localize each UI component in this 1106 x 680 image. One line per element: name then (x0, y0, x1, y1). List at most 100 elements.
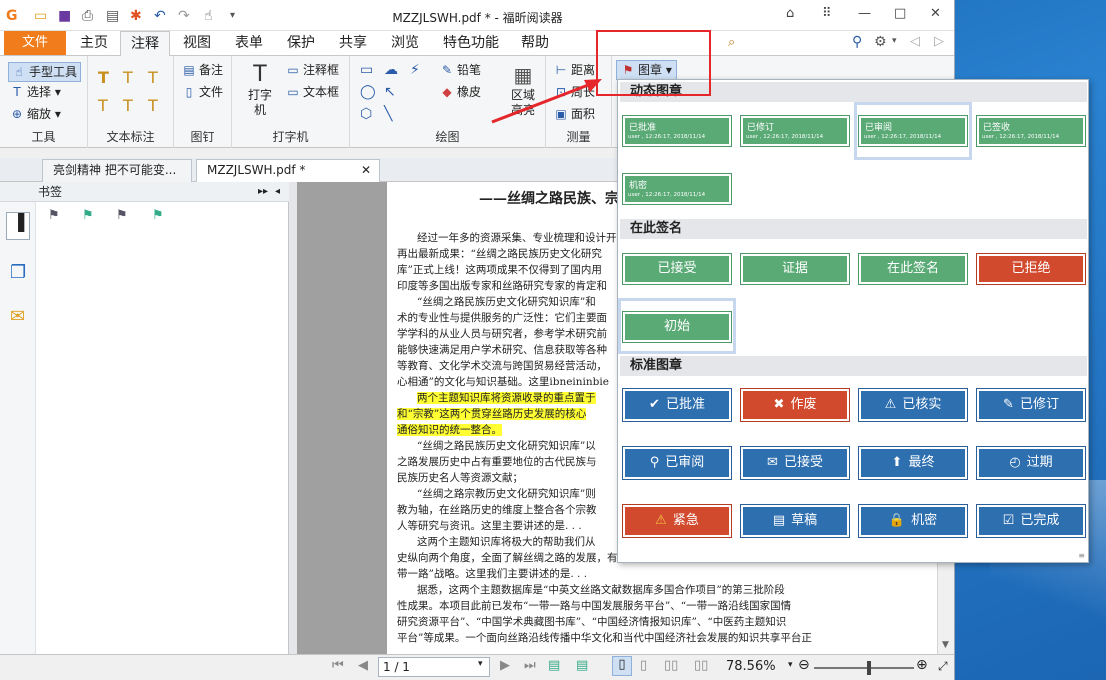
sign-stamp-rejected[interactable]: 已拒绝 (976, 253, 1086, 285)
standard-stamp-9[interactable]: ▤ 草稿 (740, 504, 850, 538)
strikeout-text-icon[interactable]: T (148, 70, 158, 86)
comments-panel-icon[interactable]: ✉ (10, 306, 25, 327)
oval-icon[interactable]: ◯ (360, 84, 376, 100)
eraser-button[interactable]: ◆ 橡皮 (440, 84, 481, 100)
doc-tab-2[interactable]: MZZJLSWH.pdf * ✕ (196, 159, 380, 182)
note-button[interactable]: ▤ 备注 (182, 62, 223, 78)
minimize-icon[interactable]: — (858, 6, 871, 21)
callout-button[interactable]: ▭ 注释框 (286, 62, 339, 78)
tab-home[interactable]: 主页 (70, 31, 118, 56)
dynamic-stamp-approved[interactable]: 已批准 user , 12:26:17, 2018/11/14 (622, 115, 732, 147)
insert-text-icon[interactable]: T (148, 98, 158, 114)
typewriter-button[interactable]: T 打字机 (242, 62, 278, 118)
page-dropdown-icon[interactable]: ▾ (478, 659, 483, 669)
scroll-down-icon[interactable]: ▼ (942, 640, 949, 650)
standard-stamp-10[interactable]: 🔒 机密 (858, 504, 968, 538)
page-number-input[interactable]: 1 / 1 (378, 657, 490, 677)
add-bookmark-icon[interactable]: ⚑ (82, 208, 94, 223)
single-page-icon[interactable]: ▯ (612, 656, 632, 676)
standard-stamp-2[interactable]: ⚠ 已核实 (858, 388, 968, 422)
select-button[interactable]: T 选择 ▾ (10, 84, 61, 100)
file-attach-button[interactable]: ▯ 文件 (182, 84, 223, 100)
settings-gear-icon[interactable]: ⚙ (874, 34, 887, 50)
zoom-out-icon[interactable]: ⊖ (798, 657, 810, 673)
close-icon[interactable]: ✕ (930, 6, 941, 21)
resize-grip-icon[interactable]: ≡ (1078, 551, 1085, 560)
zoom-slider-thumb[interactable] (866, 661, 871, 675)
squiggly-text-icon[interactable]: T (98, 98, 108, 114)
pencil-button[interactable]: ✎ 铅笔 (440, 62, 481, 78)
sign-stamp-initial[interactable]: 初始 (622, 311, 732, 343)
sign-stamp-sign-here[interactable]: 在此签名 (858, 253, 968, 285)
underline-text-icon[interactable]: T (123, 70, 133, 86)
next-page-icon[interactable]: ▶ (500, 658, 510, 673)
search-icon[interactable]: ⚲ (852, 34, 862, 50)
continuous-facing-icon[interactable]: ▯▯ (694, 658, 708, 673)
tab-form[interactable]: 表单 (224, 31, 274, 56)
line-icon[interactable]: ╲ (384, 106, 392, 122)
standard-stamp-8[interactable]: ⚠ 紧急 (622, 504, 732, 538)
cloud-icon[interactable]: ☁ (384, 62, 398, 78)
zoom-slider[interactable] (814, 661, 914, 675)
search-folder-icon[interactable]: ⌕ (728, 35, 735, 50)
doc-tab-1[interactable]: 亮剑精神 把不可能变... (42, 159, 192, 182)
tab-browse[interactable]: 浏览 (380, 31, 430, 56)
next-view-icon[interactable]: ▤ (576, 658, 588, 673)
standard-stamp-3[interactable]: ✎ 已修订 (976, 388, 1086, 422)
zoom-button[interactable]: ⊕ 缩放 ▾ (10, 106, 61, 122)
dynamic-stamp-revised[interactable]: 已修订 user , 12:26:17, 2018/11/14 (740, 115, 850, 147)
nav-forward-icon[interactable]: ▷ (934, 34, 944, 49)
standard-stamp-4[interactable]: ⚲ 已审阅 (622, 446, 732, 480)
delete-bookmark-icon[interactable]: ⚑ (48, 208, 60, 223)
zoom-in-icon[interactable]: ⊕ (916, 657, 928, 673)
nav-back-icon[interactable]: ◁ (910, 34, 920, 49)
sign-stamp-witness[interactable]: 证据 (740, 253, 850, 285)
shirt-icon[interactable]: ⌂ (786, 6, 794, 21)
tab-file[interactable]: 文件 (4, 31, 66, 55)
standard-stamp-0[interactable]: ✔ 已批准 (622, 388, 732, 422)
panel-splitter[interactable] (289, 182, 297, 654)
dynamic-stamp-received[interactable]: 已签收 user , 12:26:17, 2018/11/14 (976, 115, 1086, 147)
tab-protect[interactable]: 保护 (276, 31, 326, 56)
grid-view-icon[interactable]: ⠿ (822, 6, 832, 21)
expand-bookmark-icon[interactable]: ⚑ (152, 208, 164, 223)
standard-stamp-6[interactable]: ⬆ 最终 (858, 446, 968, 480)
continuous-page-icon[interactable]: ▯ (640, 658, 647, 673)
close-tab-icon[interactable]: ✕ (361, 160, 371, 181)
hand-tool-button[interactable]: ☝ 手型工具 (8, 62, 82, 82)
panel-collapse-icon[interactable]: ◂ (275, 182, 280, 202)
settings-dropdown-icon[interactable]: ▾ (892, 36, 897, 46)
tab-share[interactable]: 共享 (328, 31, 378, 56)
textbox-button[interactable]: ▭ 文本框 (286, 84, 339, 100)
replace-text-icon[interactable]: T (123, 98, 133, 114)
highlight-text-icon[interactable]: T (98, 70, 109, 86)
prev-page-icon[interactable]: ◀ (358, 658, 368, 673)
standard-stamp-11[interactable]: ☑ 已完成 (976, 504, 1086, 538)
last-page-icon[interactable]: ⏭ (524, 658, 536, 673)
first-page-icon[interactable]: ⏮ (332, 658, 344, 673)
tab-help[interactable]: 帮助 (512, 31, 558, 56)
polyline-icon[interactable]: ⚡ (410, 62, 420, 78)
dynamic-stamp-confidential[interactable]: 机密 user , 12:26:17, 2018/11/14 (622, 173, 732, 205)
distance-button[interactable]: ⊢ 距离 (554, 62, 595, 78)
fullscreen-icon[interactable]: ⤢ (938, 659, 948, 674)
perimeter-button[interactable]: ⊡ 周长 (554, 84, 595, 100)
area-button[interactable]: ▣ 面积 (554, 106, 595, 122)
move-bookmark-icon[interactable]: ⚑ (116, 208, 128, 223)
arrow-icon[interactable]: ↖ (384, 84, 396, 100)
bookmark-panel-icon[interactable]: ▐ (6, 212, 30, 240)
rectangle-icon[interactable]: ▭ (360, 62, 373, 78)
facing-page-icon[interactable]: ▯▯ (664, 658, 678, 673)
tab-view[interactable]: 视图 (172, 31, 222, 56)
tab-comment[interactable]: 注释 (120, 31, 170, 56)
area-highlight-button[interactable]: ▦ 区域高亮 (508, 62, 538, 118)
tab-features[interactable]: 特色功能 (432, 31, 510, 56)
pages-panel-icon[interactable]: ❐ (10, 262, 26, 283)
prev-view-icon[interactable]: ▤ (548, 658, 560, 673)
polygon-icon[interactable]: ⬡ (360, 106, 372, 122)
zoom-dropdown-icon[interactable]: ▾ (788, 660, 793, 670)
maximize-icon[interactable]: □ (894, 6, 906, 21)
standard-stamp-1[interactable]: ✖ 作废 (740, 388, 850, 422)
standard-stamp-5[interactable]: ✉ 已接受 (740, 446, 850, 480)
standard-stamp-7[interactable]: ◴ 过期 (976, 446, 1086, 480)
